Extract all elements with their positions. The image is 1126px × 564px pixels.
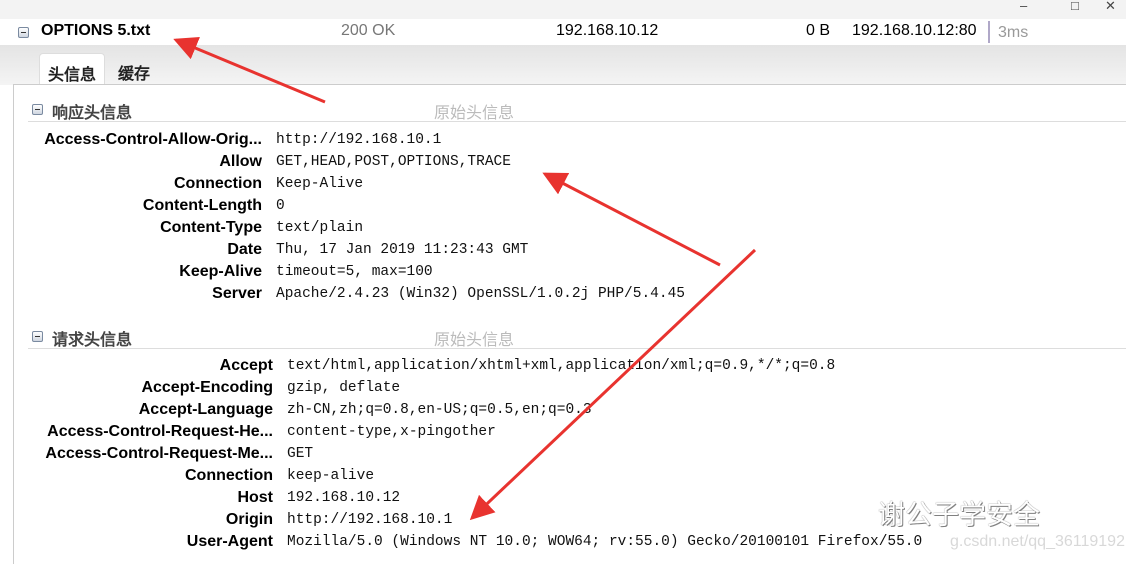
request-name: OPTIONS 5.txt xyxy=(41,22,151,39)
header-name: Host xyxy=(237,489,273,506)
header-name: Content-Length xyxy=(142,197,262,214)
watermark-logo: 谢公子学安全 xyxy=(878,500,1040,530)
request-host: 192.168.10.12 xyxy=(556,22,659,39)
response-headers-section: 响应头信息 原始头信息 xyxy=(28,96,1126,122)
request-size: 0 B xyxy=(806,22,831,39)
maximize-button[interactable]: □ xyxy=(1071,0,1079,13)
collapse-icon[interactable] xyxy=(18,27,29,38)
header-value: http://192.168.10.1 xyxy=(276,132,442,148)
header-name: Allow xyxy=(219,153,262,170)
header-row: Allow GET,HEAD,POST,OPTIONS,TRACE xyxy=(0,153,511,175)
header-row: Access-Control-Allow-Orig... http://192.1… xyxy=(0,131,441,153)
section-title: 请求头信息 xyxy=(52,332,133,349)
request-headers-section: 请求头信息 原始头信息 xyxy=(28,323,1126,349)
header-name: Connection xyxy=(185,467,273,484)
raw-headers-link[interactable]: 原始头信息 xyxy=(434,99,514,123)
header-name: Date xyxy=(227,241,262,258)
request-status: 200 OK xyxy=(341,22,396,39)
header-value: Mozilla/5.0 (Windows NT 10.0; WOW64; rv:… xyxy=(287,534,923,550)
header-value: gzip, deflate xyxy=(287,380,401,396)
header-name: Accept-Encoding xyxy=(141,379,273,396)
tab-cache[interactable]: 缓存 xyxy=(110,53,158,85)
header-value: Thu, 17 Jan 2019 11:23:43 GMT xyxy=(276,242,529,258)
header-value: GET xyxy=(287,446,314,462)
header-value: text/plain xyxy=(276,220,364,236)
header-name: Accept-Language xyxy=(138,401,273,418)
raw-headers-link[interactable]: 原始头信息 xyxy=(434,326,514,350)
header-row: Origin http://192.168.10.1 xyxy=(0,511,452,533)
header-row: Server Apache/2.4.23 (Win32) OpenSSL/1.0.… xyxy=(0,285,685,307)
request-remote: 192.168.10.12:80 xyxy=(852,22,977,39)
collapse-icon[interactable] xyxy=(32,331,43,342)
tab-headers[interactable]: 头信息 xyxy=(39,53,106,85)
minimize-button[interactable]: – xyxy=(1020,0,1027,13)
header-name: User-Agent xyxy=(186,533,273,550)
header-row: Access-Control-Request-Me... GET xyxy=(0,445,313,467)
header-name: Keep-Alive xyxy=(179,263,262,280)
header-row: Connection keep-alive xyxy=(0,467,374,489)
header-value: http://192.168.10.1 xyxy=(287,512,453,528)
header-value: text/html,application/xhtml+xml,applicat… xyxy=(287,358,836,374)
header-row: Content-Length 0 xyxy=(0,197,285,219)
close-button[interactable]: ✕ xyxy=(1105,0,1116,14)
header-value: keep-alive xyxy=(287,468,375,484)
header-name: Access-Control-Request-He... xyxy=(47,423,273,440)
header-name: Content-Type xyxy=(160,219,262,236)
header-name: Origin xyxy=(225,511,273,528)
header-name: Accept xyxy=(219,357,273,374)
header-row: Accept-Language zh-CN,zh;q=0.8,en-US;q=0.… xyxy=(0,401,592,423)
title-bar: – □ ✕ xyxy=(0,0,1126,19)
header-value: Keep-Alive xyxy=(276,176,364,192)
header-row: Connection Keep-Alive xyxy=(0,175,363,197)
header-row: Date Thu, 17 Jan 2019 11:23:43 GMT xyxy=(0,241,528,263)
header-name: Server xyxy=(212,285,262,302)
header-value: zh-CN,zh;q=0.8,en-US;q=0.5,en;q=0.3 xyxy=(287,402,592,418)
request-row[interactable]: OPTIONS 5.txt 200 OK 192.168.10.12 0 B 1… xyxy=(0,19,1126,45)
header-value: GET,HEAD,POST,OPTIONS,TRACE xyxy=(276,154,511,170)
header-row: Keep-Alive timeout=5, max=100 xyxy=(0,263,432,285)
header-name: Access-Control-Request-Me... xyxy=(45,445,273,462)
header-row: Accept text/html,application/xhtml+xml,ap… xyxy=(0,357,836,379)
header-name: Connection xyxy=(174,175,262,192)
header-row: Host 192.168.10.12 xyxy=(0,489,400,511)
collapse-icon[interactable] xyxy=(32,104,43,115)
header-row: Access-Control-Request-He... content-type… xyxy=(0,423,496,445)
header-row: Content-Type text/plain xyxy=(0,219,363,241)
header-value: Apache/2.4.23 (Win32) OpenSSL/1.0.2j PHP… xyxy=(276,286,685,302)
header-row: User-Agent Mozilla/5.0 (Windows NT 10.0; … xyxy=(0,533,922,555)
section-title: 响应头信息 xyxy=(52,105,133,122)
header-value: 0 xyxy=(276,198,285,214)
tab-bar: 头信息 缓存 xyxy=(0,45,1126,85)
header-value: 192.168.10.12 xyxy=(287,490,401,506)
request-time: 3ms xyxy=(988,21,1028,43)
header-row: Accept-Encoding gzip, deflate xyxy=(0,379,400,401)
header-name: Access-Control-Allow-Orig... xyxy=(44,131,262,148)
header-value: content-type,x-pingother xyxy=(287,424,496,440)
header-value: timeout=5, max=100 xyxy=(276,264,433,280)
watermark-url: g.csdn.net/qq_36119192 xyxy=(950,533,1125,550)
